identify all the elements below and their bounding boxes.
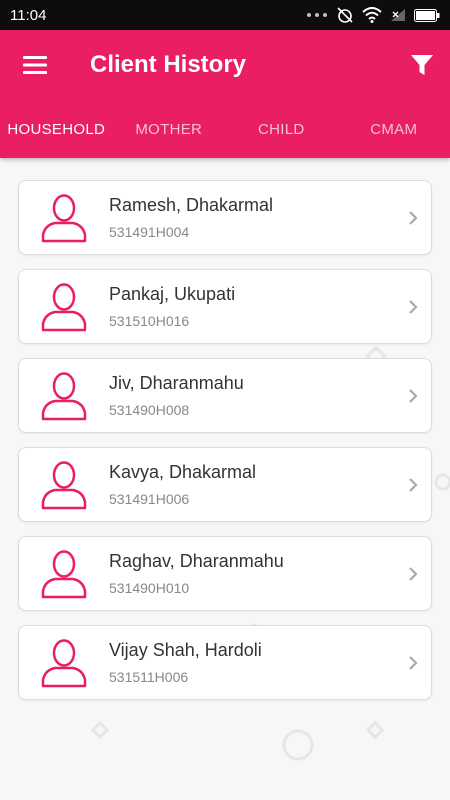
client-card[interactable]: Kavya, Dhakarmal 531491H006 <box>18 447 432 522</box>
client-name: Pankaj, Ukupati <box>109 284 236 304</box>
chevron-right-icon <box>395 448 431 521</box>
alarm-off-icon <box>337 7 353 23</box>
client-id: 531511H006 <box>109 669 189 685</box>
client-card[interactable]: Pankaj, Ukupati 531510H016 <box>18 269 432 344</box>
client-name: Kavya, Dhakarmal <box>109 462 257 482</box>
chevron-right-icon <box>395 537 431 610</box>
tab-label: CHILD <box>257 120 305 138</box>
client-id: 531491H006 <box>109 491 190 507</box>
chevron-right-icon <box>395 181 431 254</box>
tab-household[interactable]: HOUSEHOLD <box>0 100 113 158</box>
signal-icon <box>391 9 405 21</box>
chevron-right-icon <box>395 626 431 699</box>
person-icon <box>19 537 109 610</box>
hamburger-menu-icon <box>23 56 47 74</box>
battery-icon <box>414 8 440 22</box>
menu-button[interactable] <box>0 30 70 100</box>
status-bar: 11:04 <box>0 0 450 30</box>
person-icon <box>19 270 109 343</box>
person-icon <box>19 448 109 521</box>
client-id: 531491H004 <box>109 224 190 240</box>
dots-icon <box>307 13 327 17</box>
person-icon <box>19 626 109 699</box>
person-icon <box>19 359 109 432</box>
client-name: Jiv, Dharanmahu <box>109 373 244 393</box>
status-icons <box>306 6 440 24</box>
status-time: 11:04 <box>10 6 47 24</box>
tab-cmam[interactable]: CMAM <box>338 100 450 158</box>
app-bar: Client History <box>0 30 450 100</box>
tab-child[interactable]: CHILD <box>225 100 338 158</box>
client-list: Ramesh, Dhakarmal 531491H004 Pankaj, Uku… <box>18 180 432 714</box>
person-icon <box>19 181 109 254</box>
client-card[interactable]: Raghav, Dharanmahu 531490H010 <box>18 536 432 611</box>
chevron-right-icon <box>395 359 431 432</box>
client-card[interactable]: Vijay Shah, Hardoli 531511H006 <box>18 625 432 700</box>
filter-button[interactable] <box>394 30 450 100</box>
client-name: Vijay Shah, Hardoli <box>109 640 262 660</box>
tab-bar: HOUSEHOLD MOTHER CHILD CMAM <box>0 100 450 158</box>
client-id: 531490H008 <box>109 402 190 418</box>
client-card[interactable]: Ramesh, Dhakarmal 531491H004 <box>18 180 432 255</box>
client-card[interactable]: Jiv, Dharanmahu 531490H008 <box>18 358 432 433</box>
tab-label: HOUSEHOLD <box>7 120 106 138</box>
tab-mother[interactable]: MOTHER <box>113 100 226 158</box>
client-name: Raghav, Dharanmahu <box>109 551 284 571</box>
chevron-right-icon <box>395 270 431 343</box>
client-name: Ramesh, Dhakarmal <box>109 195 274 215</box>
client-id: 531510H016 <box>109 313 190 329</box>
tab-label: CMAM <box>370 120 418 138</box>
client-id: 531490H010 <box>109 580 190 596</box>
wifi-icon <box>362 7 382 23</box>
page-title: Client History <box>90 51 247 78</box>
tab-label: MOTHER <box>135 120 203 138</box>
filter-icon <box>411 55 433 75</box>
